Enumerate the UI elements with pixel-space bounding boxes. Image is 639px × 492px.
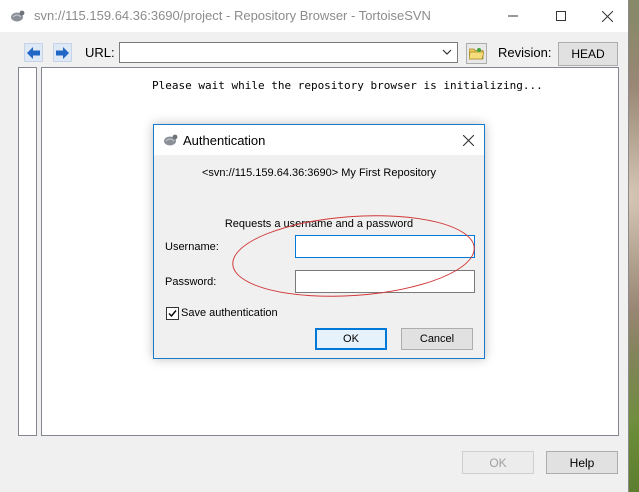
- dialog-cancel-button[interactable]: Cancel: [401, 328, 473, 350]
- dialog-title-bar: Authentication: [154, 125, 484, 155]
- window-title: svn://115.159.64.36:3690/project - Repos…: [34, 8, 431, 23]
- save-authentication-checkbox[interactable]: [166, 307, 179, 320]
- dialog-close-button[interactable]: [456, 128, 480, 152]
- revision-label: Revision:: [498, 45, 552, 60]
- forward-button[interactable]: [53, 43, 72, 62]
- save-authentication-label[interactable]: Save authentication: [181, 307, 278, 319]
- maximize-icon: [556, 11, 566, 21]
- close-button[interactable]: [584, 0, 630, 32]
- initializing-status-text: Please wait while the repository browser…: [152, 79, 543, 92]
- close-icon: [601, 10, 613, 22]
- arrow-left-icon: [27, 46, 40, 59]
- chevron-down-icon[interactable]: [442, 46, 452, 58]
- folder-icon: [469, 48, 484, 60]
- password-field[interactable]: [295, 270, 475, 293]
- close-icon: [462, 134, 474, 146]
- url-label: URL:: [85, 45, 115, 60]
- request-text: Requests a username and a password: [224, 218, 414, 230]
- dialog-title: Authentication: [183, 133, 266, 148]
- open-folder-button[interactable]: [466, 43, 487, 64]
- back-button[interactable]: [24, 43, 43, 62]
- maximize-button[interactable]: [538, 0, 584, 32]
- repository-tree-pane[interactable]: [18, 67, 37, 436]
- checkmark-icon: [168, 310, 177, 318]
- username-label: Username:: [165, 241, 219, 253]
- arrow-right-icon: [56, 46, 69, 59]
- tortoisesvn-icon: [164, 134, 178, 146]
- realm-text: <svn://115.159.64.36:3690> My First Repo…: [202, 167, 436, 179]
- authentication-dialog: Authentication <svn://115.159.64.36:3690…: [153, 124, 485, 359]
- toolbar: URL: Revision: HEAD: [0, 32, 628, 66]
- minimize-button[interactable]: [490, 0, 536, 32]
- ok-button[interactable]: OK: [462, 451, 534, 474]
- tortoisesvn-icon: [11, 10, 25, 22]
- help-button[interactable]: Help: [546, 451, 618, 474]
- revision-head-button[interactable]: HEAD: [558, 42, 618, 66]
- dialog-ok-button[interactable]: OK: [315, 328, 387, 350]
- url-combobox[interactable]: [119, 42, 458, 63]
- title-bar: svn://115.159.64.36:3690/project - Repos…: [0, 0, 628, 32]
- minimize-icon: [508, 15, 518, 17]
- username-field[interactable]: [295, 235, 475, 258]
- password-label: Password:: [165, 276, 217, 288]
